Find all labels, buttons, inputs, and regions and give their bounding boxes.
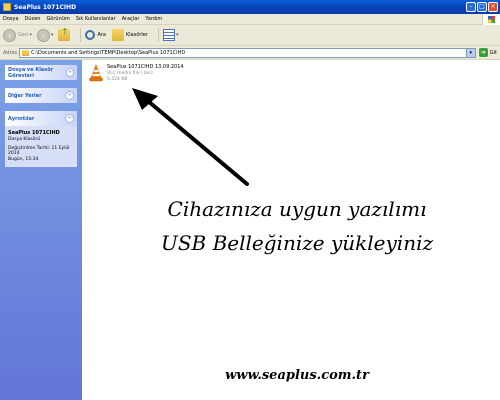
panel-title: Ayrıntılar — [8, 115, 35, 122]
folder-icon — [22, 49, 30, 56]
chevron-down-icon: ▾ — [50, 32, 54, 38]
menu-bar: Dosya Düzen Görünüm Sık Kullanılanlar Ar… — [0, 14, 500, 25]
search-label: Ara — [97, 32, 106, 38]
chevron-down-icon[interactable]: » — [65, 91, 74, 100]
chevron-up-icon[interactable]: « — [65, 114, 74, 123]
instruction-line-2: USB Belleğinize yükleyiniz — [160, 231, 434, 255]
menu-favorites[interactable]: Sık Kullanılanlar — [76, 16, 116, 22]
views-button[interactable]: ▾ — [162, 29, 179, 41]
explorer-window: SeaPlus 1071CIHD – □ × Dosya Düzen Görün… — [0, 0, 500, 400]
toolbar-divider — [157, 28, 159, 42]
title-bar[interactable]: SeaPlus 1071CIHD – □ × — [0, 0, 500, 14]
folders-label: Klasörler — [125, 32, 148, 38]
details-body: SeaPlus 1071CIHD Dosya Klasörü Değiştiri… — [5, 126, 77, 167]
details-name: SeaPlus 1071CIHD — [8, 130, 60, 136]
address-bar: Adres C:\Documents and Settings\TEMP\Des… — [0, 46, 500, 60]
go-button[interactable]: ➔ Git — [478, 48, 497, 57]
details-header[interactable]: Ayrıntılar « — [5, 111, 77, 126]
menu-file[interactable]: Dosya — [3, 16, 19, 22]
toolbar: ‹ Geri ▾ › ▾ Ara Klasörler ▾ — [0, 25, 500, 46]
address-path: C:\Documents and Settings\TEMP\Desktop\S… — [31, 49, 186, 56]
folders-button[interactable]: Klasörler — [111, 29, 148, 41]
file-folder-tasks-panel: Dosya ve Klasör Görevleri » — [5, 65, 77, 80]
window-title: SeaPlus 1071CIHD — [14, 3, 77, 11]
window-controls: – □ × — [466, 2, 498, 12]
panel-title: Dosya ve Klasör Görevleri — [8, 66, 54, 79]
forward-arrow-icon: › — [36, 28, 50, 42]
chevron-down-icon: ▾ — [29, 32, 32, 38]
windows-logo-icon — [482, 14, 500, 25]
search-icon — [85, 30, 96, 40]
search-button[interactable]: Ara — [85, 30, 106, 40]
details-panel: Ayrıntılar « SeaPlus 1071CIHD Dosya Klas… — [5, 111, 77, 167]
menu-edit[interactable]: Düzen — [25, 16, 41, 22]
address-label: Adres — [3, 49, 18, 56]
folder-icon — [111, 29, 124, 41]
panel-title: Diğer Yerler — [8, 92, 42, 99]
other-places-header[interactable]: Diğer Yerler » — [5, 88, 77, 103]
pointer-arrow — [132, 88, 249, 186]
details-modified: Değiştirilme Tarihi: 11 Eylül 2014 — [8, 146, 70, 156]
file-view: SeaPlus 1071CIHD 13.09.2014 VLC media fi… — [82, 60, 500, 400]
address-input[interactable]: C:\Documents and Settings\TEMP\Desktop\S… — [19, 47, 476, 58]
menu-tools[interactable]: Araçlar — [122, 16, 140, 22]
file-folder-tasks-header[interactable]: Dosya ve Klasör Görevleri » — [5, 65, 77, 80]
back-arrow-icon: ‹ — [3, 28, 16, 42]
task-pane: Dosya ve Klasör Görevleri » Diğer Yerler… — [0, 60, 82, 400]
up-folder-button[interactable] — [58, 27, 71, 41]
minimize-button[interactable]: – — [466, 2, 476, 12]
chevron-down-icon[interactable]: » — [66, 68, 74, 77]
folder-icon — [3, 3, 11, 11]
chevron-down-icon: ▾ — [175, 32, 179, 38]
go-label: Git — [489, 49, 497, 56]
forward-button[interactable]: › ▾ — [36, 28, 54, 42]
back-label: Geri — [18, 32, 29, 38]
menu-help[interactable]: Yardım — [145, 16, 162, 22]
go-arrow-icon: ➔ — [478, 48, 488, 57]
details-time: Bugün, 15:34 — [8, 157, 39, 162]
back-button[interactable]: ‹ Geri ▾ — [3, 28, 32, 42]
views-icon — [162, 29, 175, 41]
website-text: www.seaplus.com.tr — [225, 368, 369, 383]
instruction-line-1: Cihazınıza uygun yazılımı — [167, 197, 427, 221]
maximize-button[interactable]: □ — [477, 2, 487, 12]
chevron-down-icon[interactable]: ▾ — [465, 48, 475, 57]
close-button[interactable]: × — [488, 2, 498, 12]
toolbar-divider — [80, 28, 82, 42]
menu-view[interactable]: Görünüm — [46, 16, 69, 22]
folder-up-icon — [58, 27, 71, 41]
other-places-panel: Diğer Yerler » — [5, 88, 77, 103]
